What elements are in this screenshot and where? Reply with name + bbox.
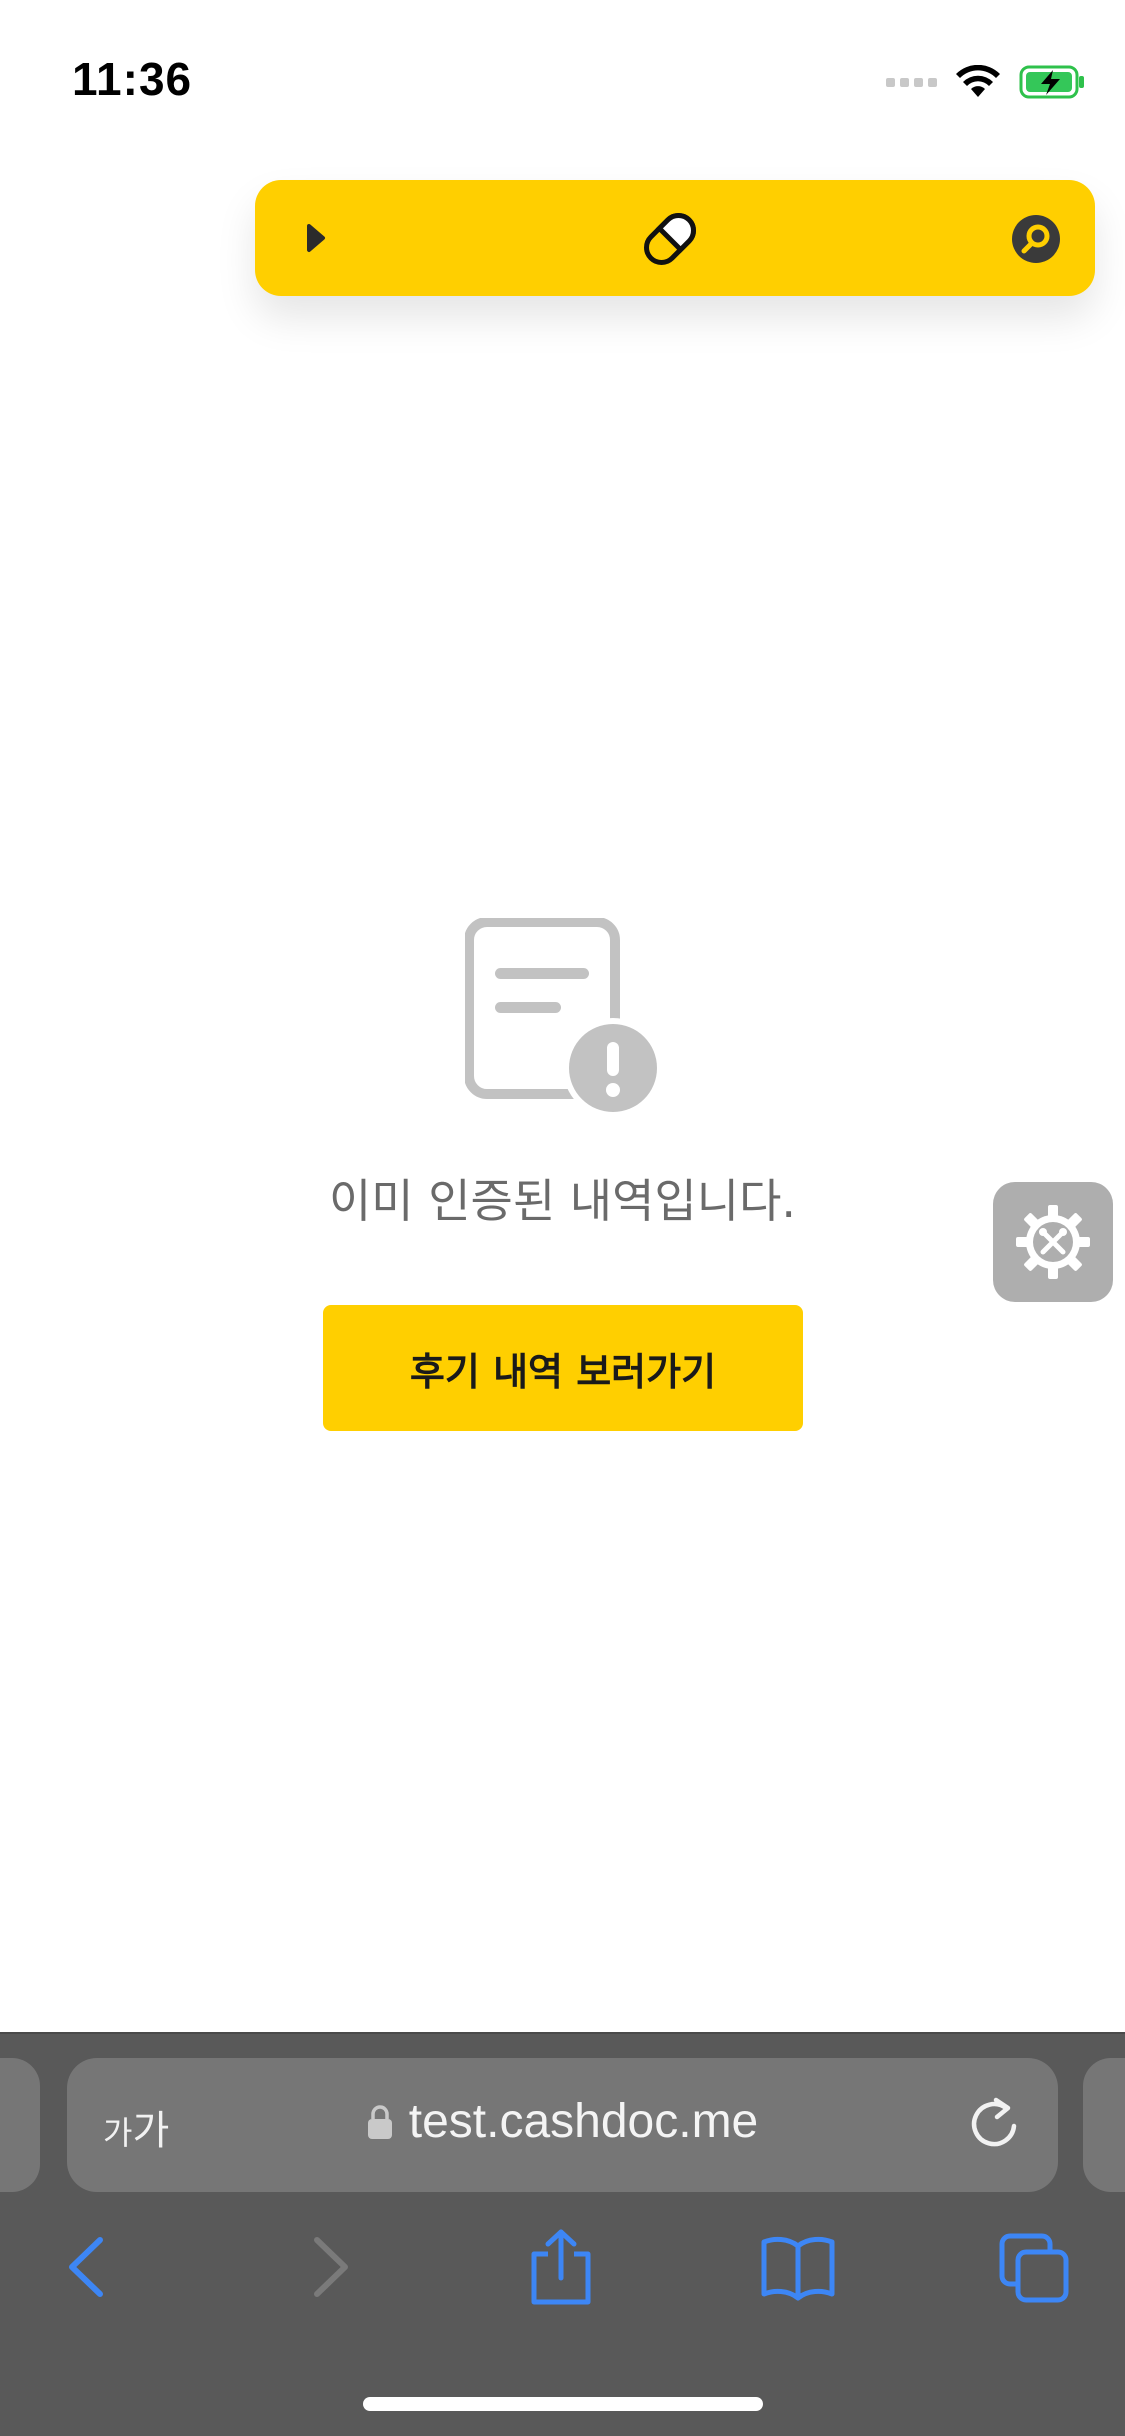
play-triangle-icon[interactable] [301,218,331,258]
forward-icon[interactable] [295,2232,365,2302]
browser-chrome: 가가 test.cashdoc.me [0,2032,1125,2436]
settings-widget[interactable] [993,1182,1113,1302]
document-alert-icon [465,918,663,1118]
search-icon[interactable] [1011,214,1061,264]
chrome-divider [0,2032,1125,2034]
lock-icon [367,2104,392,2139]
reload-icon[interactable] [966,2094,1022,2154]
pill-capsule-icon[interactable] [635,204,705,274]
status-indicators [886,60,1085,104]
cellular-signal-icon [886,77,937,87]
page: 11:36 이미 인증된 내역입니다. 후기 내역 보러가기 가가 test.c… [0,0,1125,2436]
tabs-icon[interactable] [998,2232,1070,2304]
home-indicator [363,2397,763,2411]
wifi-icon [956,65,1000,97]
url-display[interactable]: test.cashdoc.me [67,2094,1058,2149]
status-time: 11:36 [72,53,193,105]
floating-toolbar [255,180,1095,296]
gear-tools-icon [1016,1205,1090,1279]
share-icon[interactable] [526,2228,596,2306]
next-tab-preview[interactable] [1083,2058,1125,2192]
previous-tab-preview[interactable] [0,2058,40,2192]
address-bar[interactable]: 가가 test.cashdoc.me [67,2058,1058,2192]
empty-state-message: 이미 인증된 내역입니다. [328,1174,797,1228]
battery-charging-icon [1019,65,1084,99]
view-reviews-button[interactable]: 후기 내역 보러가기 [323,1305,803,1431]
bookmarks-icon[interactable] [760,2232,836,2302]
url-text: test.cashdoc.me [408,2095,759,2148]
status-bar: 11:36 [0,0,1125,150]
back-icon[interactable] [52,2232,122,2302]
